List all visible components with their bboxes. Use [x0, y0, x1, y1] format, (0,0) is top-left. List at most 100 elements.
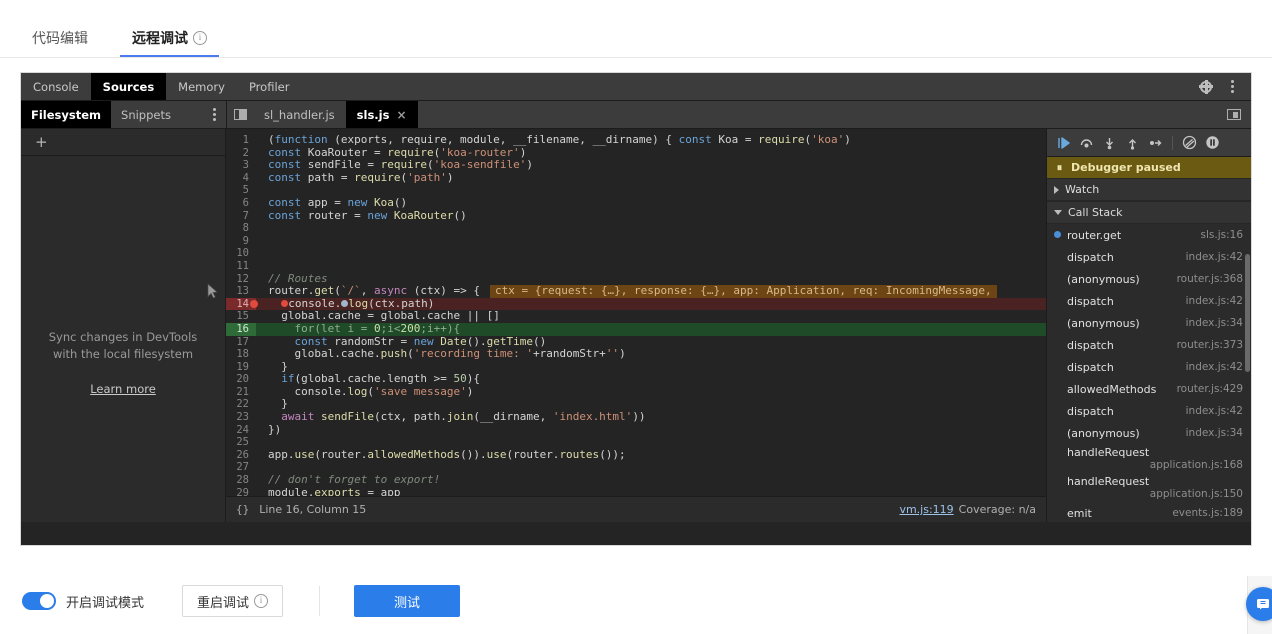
call-stack-frame[interactable]: handleRequest application.js:168	[1047, 444, 1251, 473]
step-icon[interactable]	[1145, 133, 1166, 153]
section-watch[interactable]: Watch	[1047, 178, 1251, 201]
call-stack-frame[interactable]: dispatch index.js:42	[1047, 356, 1251, 378]
navigator-kebab-icon[interactable]	[203, 101, 226, 128]
code-line[interactable]: 21 console.log('save message')	[226, 386, 1046, 399]
tab-remote-debug[interactable]: 远程调试 i	[120, 30, 219, 57]
debug-mode-toggle[interactable]	[22, 592, 56, 610]
info-icon[interactable]: i	[254, 594, 269, 608]
line-number: 23	[236, 411, 249, 424]
line-code: const sendFile = require('koa-sendfile')	[268, 159, 533, 172]
code-line-execution[interactable]: 16 for(let i = 0;i<200;i++){	[226, 322, 1046, 336]
format-code-icon[interactable]: {}	[236, 503, 249, 516]
line-code: const KoaRouter = require('koa-router')	[268, 146, 527, 159]
code-line[interactable]: 13 router.get(`/`, async (ctx) => {ctx = …	[226, 285, 1046, 298]
devtools-tab-memory[interactable]: Memory	[166, 73, 237, 100]
file-tab-sl-handler[interactable]: sl_handler.js	[253, 101, 346, 128]
call-stack-frame[interactable]: router.get sls.js:16	[1047, 224, 1251, 246]
call-stack-frame[interactable]: emit events.js:189	[1047, 502, 1251, 522]
code-line[interactable]: 8	[226, 222, 1046, 235]
file-tab-sls-label: sls.js	[356, 107, 390, 122]
file-tab-sls[interactable]: sls.js ×	[345, 101, 418, 128]
step-over-icon[interactable]	[1076, 133, 1097, 153]
code-line[interactable]: 2 const KoaRouter = require('koa-router')	[226, 147, 1046, 160]
call-stack-frame[interactable]: allowedMethods router.js:429	[1047, 378, 1251, 400]
restart-debug-button[interactable]: 重启调试 i	[182, 585, 284, 617]
code-line[interactable]: 17 const randomStr = new Date().getTime(…	[226, 336, 1046, 349]
subtab-filesystem[interactable]: Filesystem	[21, 101, 112, 128]
frame-name: dispatch	[1067, 404, 1114, 418]
code-line[interactable]: 25	[226, 436, 1046, 449]
code-line[interactable]: 1 (function (exports, require, module, __…	[226, 134, 1046, 147]
section-call-stack-label: Call Stack	[1068, 206, 1123, 219]
code-line[interactable]: 11	[226, 260, 1046, 273]
devtools-panel-tabbar: Console Sources Memory Profiler	[21, 73, 1251, 101]
add-folder-button[interactable]: +	[21, 129, 225, 156]
line-number: 8	[242, 222, 249, 235]
code-line[interactable]: 4 const path = require('path')	[226, 172, 1046, 185]
show-debugger-sidebar-icon[interactable]	[1223, 105, 1245, 125]
breakpoint-icon[interactable]	[250, 300, 258, 309]
step-out-icon[interactable]	[1122, 133, 1143, 153]
call-stack-frame[interactable]: dispatch index.js:42	[1047, 246, 1251, 268]
tab-remote-debug-label: 远程调试	[132, 30, 188, 46]
devtools-tab-console[interactable]: Console	[21, 73, 91, 100]
call-stack-frame[interactable]: dispatch index.js:42	[1047, 400, 1251, 422]
code-line[interactable]: 19 }	[226, 361, 1046, 374]
toolbar-divider	[1172, 135, 1173, 150]
code-line[interactable]: 20 if(global.cache.length >= 50){	[226, 373, 1046, 386]
devtools-tab-profiler[interactable]: Profiler	[237, 73, 302, 100]
code-line[interactable]: 27	[226, 461, 1046, 474]
chat-support-icon[interactable]	[1246, 587, 1272, 621]
call-stack-frame[interactable]: (anonymous) router.js:368	[1047, 268, 1251, 290]
call-stack-frame[interactable]: (anonymous) index.js:34	[1047, 422, 1251, 444]
deactivate-breakpoints-icon[interactable]	[1179, 133, 1200, 153]
kebab-menu-icon[interactable]	[1221, 77, 1243, 97]
code-line[interactable]: 3 const sendFile = require('koa-sendfile'…	[226, 159, 1046, 172]
code-line[interactable]: 24})	[226, 424, 1046, 437]
breakpoint-inline-icon[interactable]	[281, 300, 289, 308]
debugger-scrollbar[interactable]	[1245, 254, 1250, 372]
frame-name: dispatch	[1067, 338, 1114, 352]
devtools-tab-sources[interactable]: Sources	[90, 73, 167, 100]
navigator-empty-message: Sync changes in DevTools with the local …	[21, 329, 225, 398]
code-line[interactable]: 7 const router = new KoaRouter()	[226, 210, 1046, 223]
test-button[interactable]: 测试	[354, 585, 461, 617]
line-code: const app = new Koa()	[268, 196, 408, 209]
frame-location: index.js:42	[1185, 405, 1243, 417]
code-line[interactable]: 6 const app = new Koa()	[226, 197, 1046, 210]
learn-more-link[interactable]: Learn more	[90, 381, 156, 398]
close-icon[interactable]: ×	[396, 108, 406, 122]
navigator-panel: + Sync changes in DevTools with the loca…	[21, 129, 226, 522]
step-into-icon[interactable]	[1099, 133, 1120, 153]
code-line[interactable]: 28 // don't forget to export!	[226, 474, 1046, 487]
cursor-position: Line 16, Column 15	[259, 503, 367, 516]
coverage-status: Coverage: n/a	[958, 503, 1036, 516]
call-stack-frame[interactable]: handleRequest application.js:150	[1047, 473, 1251, 502]
pause-on-exceptions-icon[interactable]	[1202, 133, 1223, 153]
info-icon[interactable]: i	[193, 31, 207, 45]
call-stack-frame[interactable]: dispatch index.js:42	[1047, 290, 1251, 312]
code-editor[interactable]: 1 (function (exports, require, module, __…	[226, 129, 1046, 522]
resume-script-icon[interactable]	[1053, 133, 1074, 153]
code-line[interactable]: 26 app.use(router.allowedMethods()).use(r…	[226, 449, 1046, 462]
code-line-breakpoint[interactable]: 14 console. log(ctx.path)	[226, 297, 1046, 311]
code-line[interactable]: 5	[226, 184, 1046, 197]
section-call-stack[interactable]: Call Stack	[1047, 201, 1251, 224]
line-number: 21	[236, 385, 249, 398]
subtab-snippets[interactable]: Snippets	[111, 101, 181, 128]
code-line[interactable]: 12 // Routes	[226, 273, 1046, 286]
code-line[interactable]: 18 global.cache.push('recording time: '+…	[226, 348, 1046, 361]
call-stack-frame[interactable]: dispatch router.js:373	[1047, 334, 1251, 356]
vm-source-link[interactable]: vm.js:119	[899, 503, 953, 516]
code-line[interactable]: 23 await sendFile(ctx, path.join(__dirna…	[226, 411, 1046, 424]
gear-icon[interactable]	[1195, 77, 1217, 97]
show-navigator-icon[interactable]	[227, 101, 253, 128]
code-line[interactable]: 10	[226, 247, 1046, 260]
code-line[interactable]: 22 }	[226, 398, 1046, 411]
debugger-paused-label: Debugger paused	[1071, 161, 1181, 174]
code-line[interactable]: 15 global.cache = global.cache || []	[226, 310, 1046, 323]
tab-code-edit[interactable]: 代码编辑	[28, 31, 92, 57]
code-line[interactable]: 9	[226, 235, 1046, 248]
call-stack-frame[interactable]: (anonymous) index.js:34	[1047, 312, 1251, 334]
